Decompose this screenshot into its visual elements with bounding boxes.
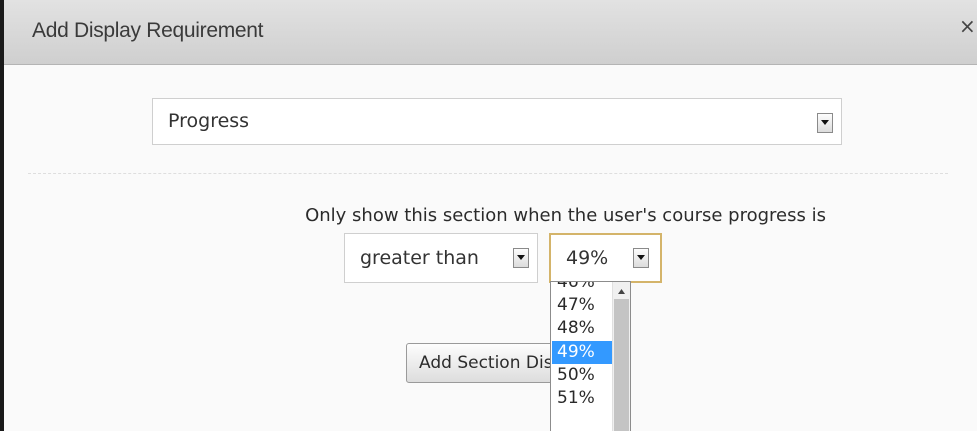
operator-value: greater than xyxy=(360,247,479,269)
dropdown-option[interactable]: 46% xyxy=(552,282,612,294)
requirement-type-select[interactable]: Progress xyxy=(152,98,842,145)
close-icon[interactable]: × xyxy=(959,14,976,38)
progress-value-dropdown-list[interactable]: 46% 47% 48% 49% 50% 51% xyxy=(550,281,631,431)
dialog-body: Progress Only show this section when the… xyxy=(4,65,977,431)
dropdown-option[interactable]: 50% xyxy=(552,364,612,387)
dialog-title: Add Display Requirement xyxy=(32,19,264,42)
condition-prompt-text: Only show this section when the user's c… xyxy=(305,205,826,226)
dialog-titlebar: Add Display Requirement × xyxy=(4,0,977,65)
dropdown-option[interactable]: 51% xyxy=(552,387,612,410)
condition-prompt: Only show this section when the user's c… xyxy=(4,205,826,226)
dropdown-scrollbar[interactable] xyxy=(612,282,630,431)
chevron-down-icon[interactable] xyxy=(513,248,529,268)
requirement-type-value: Progress xyxy=(168,110,250,132)
scroll-up-arrow-icon[interactable] xyxy=(618,289,625,294)
progress-value-select[interactable]: 49% xyxy=(549,233,662,283)
progress-value: 49% xyxy=(566,247,609,269)
chevron-down-icon[interactable] xyxy=(633,248,649,268)
dropdown-option[interactable]: 48% xyxy=(552,317,612,340)
chevron-down-icon[interactable] xyxy=(817,113,833,133)
dropdown-option-selected[interactable]: 49% xyxy=(552,341,612,364)
divider xyxy=(28,173,948,174)
operator-select[interactable]: greater than xyxy=(344,233,538,283)
dropdown-option[interactable]: 47% xyxy=(552,294,612,317)
scrollbar-thumb[interactable] xyxy=(614,299,629,431)
